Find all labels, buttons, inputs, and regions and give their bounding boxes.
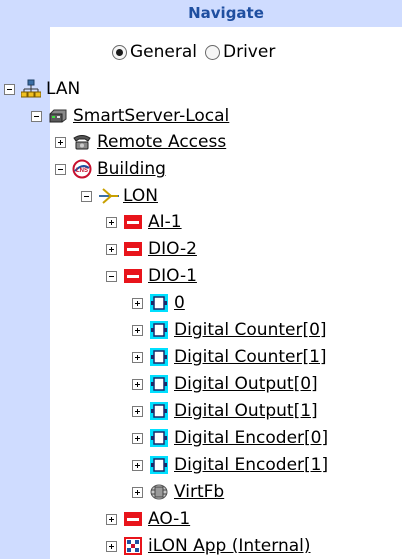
tree-node-dio-2: DIO-2 xyxy=(106,236,197,262)
virtual-block-icon xyxy=(149,482,169,502)
fb-0-expand-toggle[interactable] xyxy=(132,297,143,309)
digital-encoder-0-link[interactable]: Digital Encoder[0] xyxy=(174,428,328,448)
digital-output-1-expand-toggle[interactable] xyxy=(132,405,143,417)
functional-block-icon xyxy=(149,293,169,313)
digital-output-1-link[interactable]: Digital Output[1] xyxy=(174,401,318,421)
tree-node-remote-access: Remote Access xyxy=(55,129,226,155)
tree-node-ai-1: AI-1 xyxy=(106,209,182,235)
digital-counter-0-expand-toggle[interactable] xyxy=(132,324,143,336)
network-icon xyxy=(21,79,41,99)
lan-label[interactable]: LAN xyxy=(46,79,80,99)
telephone-icon xyxy=(72,132,92,152)
fb-0-link[interactable]: 0 xyxy=(174,293,185,313)
device-icon xyxy=(123,266,143,286)
building-link[interactable]: Building xyxy=(97,159,166,179)
digital-counter-0-link[interactable]: Digital Counter[0] xyxy=(174,320,327,340)
digital-counter-1-link[interactable]: Digital Counter[1] xyxy=(174,347,327,367)
lns-logo-icon: LNS xyxy=(72,159,92,179)
tree-node-lon: LON xyxy=(81,183,158,209)
ilon-app-link[interactable]: iLON App (Internal) xyxy=(148,536,311,556)
virtfb-expand-toggle[interactable] xyxy=(132,486,143,498)
smartserver-collapse-toggle[interactable] xyxy=(31,110,42,122)
digital-encoder-0-expand-toggle[interactable] xyxy=(132,432,143,444)
digital-encoder-1-expand-toggle[interactable] xyxy=(132,459,143,471)
ilon-app-icon xyxy=(123,536,143,556)
functional-block-icon xyxy=(149,347,169,367)
general-radio[interactable]: General xyxy=(112,42,205,62)
digital-output-0-expand-toggle[interactable] xyxy=(132,378,143,390)
tree-node-digital-output-1: Digital Output[1] xyxy=(132,398,318,424)
lon-link[interactable]: LON xyxy=(123,186,158,206)
tree-node-building: LNS Building xyxy=(55,156,166,182)
functional-block-icon xyxy=(149,320,169,340)
smartserver-link[interactable]: SmartServer-Local xyxy=(73,106,229,126)
dio-2-link[interactable]: DIO-2 xyxy=(148,239,197,259)
tree-node-digital-encoder-0: Digital Encoder[0] xyxy=(132,425,328,451)
general-radio-label[interactable]: General xyxy=(130,42,197,62)
tree-node-dio-1: DIO-1 xyxy=(106,263,197,289)
lon-channel-icon xyxy=(98,186,119,206)
remote-access-link[interactable]: Remote Access xyxy=(97,132,226,152)
tree-node-digital-encoder-1: Digital Encoder[1] xyxy=(132,452,328,478)
digital-counter-1-expand-toggle[interactable] xyxy=(132,351,143,363)
tree-node-smartserver: SmartServer-Local xyxy=(31,103,229,129)
tree-node-lan: LAN xyxy=(4,76,80,102)
dio-1-link[interactable]: DIO-1 xyxy=(148,266,197,286)
virtfb-link[interactable]: VirtFb xyxy=(174,482,224,502)
ilon-app-expand-toggle[interactable] xyxy=(106,540,117,552)
lan-collapse-toggle[interactable] xyxy=(4,83,15,95)
digital-encoder-1-link[interactable]: Digital Encoder[1] xyxy=(174,455,328,475)
device-icon xyxy=(123,509,143,529)
server-icon xyxy=(48,106,68,126)
ai-1-expand-toggle[interactable] xyxy=(106,216,117,228)
driver-radio-circle[interactable] xyxy=(205,44,220,60)
tree-node-ilon-app: iLON App (Internal) xyxy=(106,533,311,559)
dio-2-expand-toggle[interactable] xyxy=(106,243,117,255)
driver-radio[interactable]: Driver xyxy=(205,42,283,62)
tree-node-digital-counter-1: Digital Counter[1] xyxy=(132,344,327,370)
tree-node-fb-0: 0 xyxy=(132,290,185,316)
remote-access-expand-toggle[interactable] xyxy=(55,136,66,148)
dio-1-collapse-toggle[interactable] xyxy=(106,270,117,282)
ao-1-expand-toggle[interactable] xyxy=(106,513,117,525)
tree-node-ao-1: AO-1 xyxy=(106,506,190,532)
building-collapse-toggle[interactable] xyxy=(55,163,66,175)
functional-block-icon xyxy=(149,374,169,394)
svg-text:LNS: LNS xyxy=(76,168,88,174)
digital-output-0-link[interactable]: Digital Output[0] xyxy=(174,374,318,394)
tree-node-digital-output-0: Digital Output[0] xyxy=(132,371,318,397)
lon-collapse-toggle[interactable] xyxy=(81,190,92,202)
device-icon xyxy=(123,212,143,232)
driver-radio-label[interactable]: Driver xyxy=(223,42,275,62)
functional-block-icon xyxy=(149,401,169,421)
tree-node-virtfb: VirtFb xyxy=(132,479,224,505)
device-icon xyxy=(123,239,143,259)
general-radio-circle[interactable] xyxy=(112,44,127,60)
ao-1-link[interactable]: AO-1 xyxy=(148,509,190,529)
functional-block-icon xyxy=(149,455,169,475)
navigate-header: Navigate xyxy=(50,0,402,27)
functional-block-icon xyxy=(149,428,169,448)
tree-node-digital-counter-0: Digital Counter[0] xyxy=(132,317,327,343)
view-mode-selector: General Driver xyxy=(112,40,283,64)
ai-1-link[interactable]: AI-1 xyxy=(148,212,182,232)
